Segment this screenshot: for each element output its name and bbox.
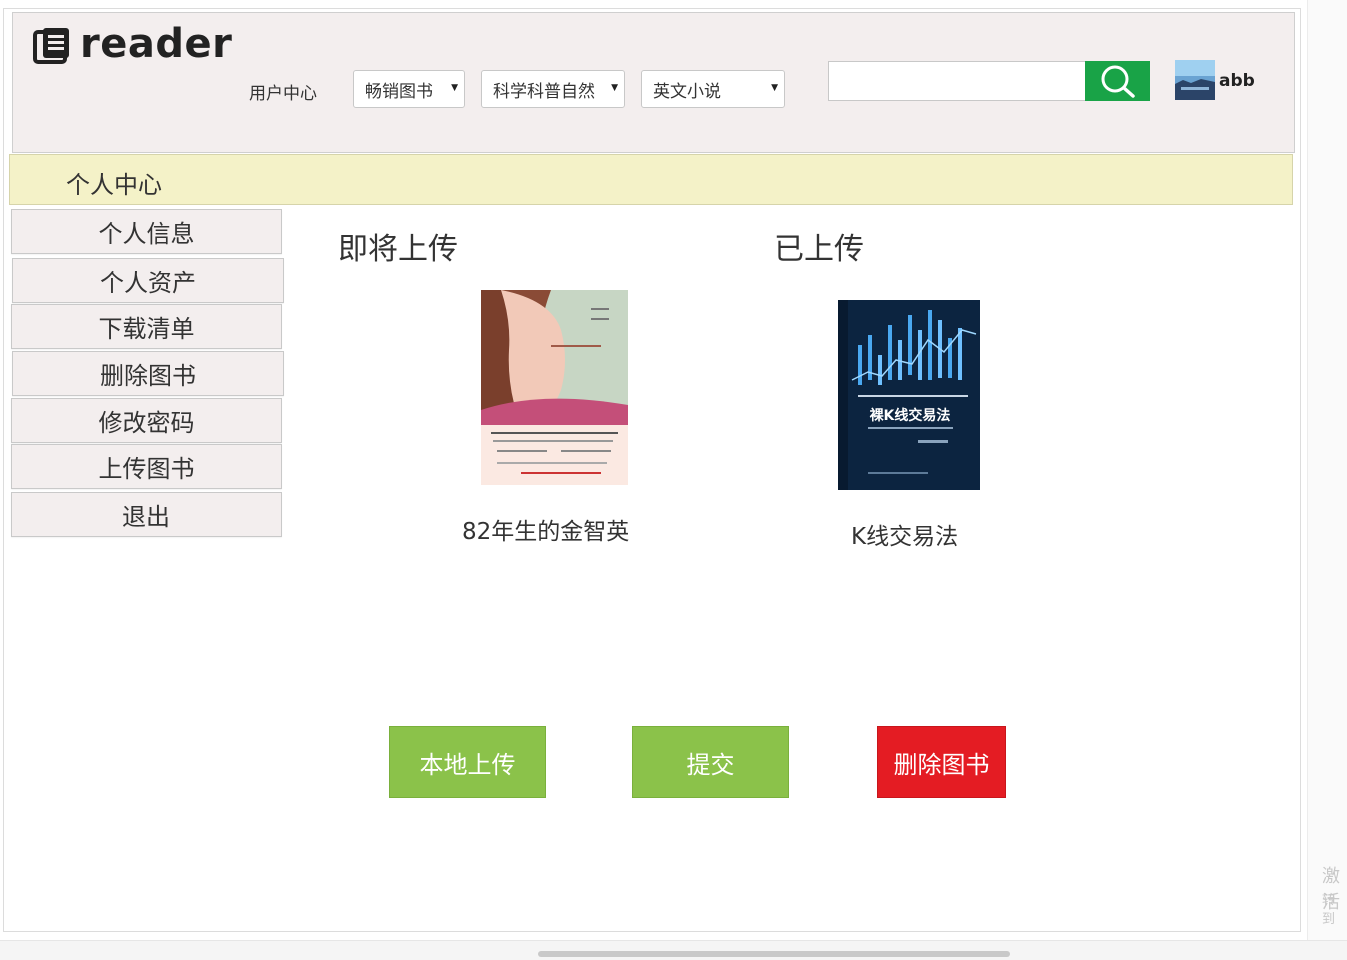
local-upload-button[interactable]: 本地上传	[389, 726, 546, 798]
section-bar: 个人中心	[9, 154, 1293, 205]
user-center-link[interactable]: 用户中心	[249, 79, 317, 104]
sidebar-item-label: 删除图书	[100, 362, 196, 390]
sidebar-item-label: 退出	[122, 503, 170, 531]
book-cover-image: 裸K线交易法	[838, 300, 980, 490]
sidebar-item-profile[interactable]: 个人信息	[11, 209, 282, 254]
avatar[interactable]	[1175, 60, 1215, 100]
right-edge-panel	[1307, 0, 1347, 940]
sidebar-item-label: 个人资产	[100, 269, 196, 297]
uploaded-book-title: K线交易法	[851, 524, 959, 550]
sidebar-item-delete-books[interactable]: 删除图书	[12, 351, 284, 396]
delete-book-label: 删除图书	[893, 750, 990, 779]
uploaded-heading: 已上传	[774, 232, 864, 267]
cover-title-text: 裸K线交易法	[870, 407, 951, 424]
sidebar-item-change-password[interactable]: 修改密码	[11, 398, 282, 443]
sidebar-item-label: 上传图书	[98, 455, 195, 483]
dropdown-caret-icon: ▼	[611, 83, 618, 93]
submit-label: 提交	[686, 750, 735, 779]
sidebar-item-upload-books[interactable]: 上传图书	[11, 444, 282, 489]
science-select-value: 科学科普自然	[493, 81, 595, 102]
english-novel-select[interactable]: 英文小说 ▼	[641, 70, 785, 108]
local-upload-label: 本地上传	[419, 750, 516, 779]
book-logo-icon	[33, 28, 69, 64]
pending-book-cover[interactable]	[481, 290, 628, 485]
horizontal-scrollbar-thumb[interactable]	[538, 951, 1010, 957]
sidebar-item-logout[interactable]: 退出	[11, 492, 282, 537]
logo-text: reader	[80, 21, 233, 67]
pending-book-title: 82年生的金智英	[462, 519, 630, 545]
avatar-image	[1175, 60, 1215, 100]
search-button[interactable]	[1085, 61, 1150, 101]
submit-button[interactable]: 提交	[632, 726, 789, 798]
horizontal-scrollbar-track[interactable]	[0, 940, 1347, 960]
pending-heading: 即将上传	[338, 232, 458, 267]
bestseller-select-value: 畅销图书	[365, 81, 433, 102]
logo[interactable]: reader	[32, 21, 232, 67]
uploaded-book-cover[interactable]: 裸K线交易法	[838, 300, 980, 490]
dropdown-caret-icon: ▼	[451, 83, 458, 93]
section-title: 个人中心	[66, 171, 162, 199]
activation-watermark-sub: 转到	[1322, 893, 1336, 927]
delete-book-button[interactable]: 删除图书	[877, 726, 1006, 798]
username[interactable]: abb	[1219, 71, 1255, 91]
search-icon	[1101, 65, 1135, 98]
header: reader 用户中心 畅销图书 ▼ 科学科普自然 ▼ 英文小说 ▼ abb	[12, 12, 1295, 153]
sidebar-item-label: 个人信息	[98, 220, 195, 248]
sidebar-item-label: 修改密码	[98, 409, 195, 437]
sidebar-item-label: 下载清单	[98, 315, 195, 343]
science-select[interactable]: 科学科普自然 ▼	[481, 70, 625, 108]
dropdown-caret-icon: ▼	[771, 83, 778, 93]
search-input[interactable]	[828, 61, 1086, 101]
english-novel-select-value: 英文小说	[653, 81, 721, 102]
bestseller-select[interactable]: 畅销图书 ▼	[353, 70, 465, 108]
book-cover-image	[481, 290, 628, 485]
sidebar-item-downloads[interactable]: 下载清单	[11, 304, 282, 349]
sidebar-item-assets[interactable]: 个人资产	[12, 258, 284, 303]
